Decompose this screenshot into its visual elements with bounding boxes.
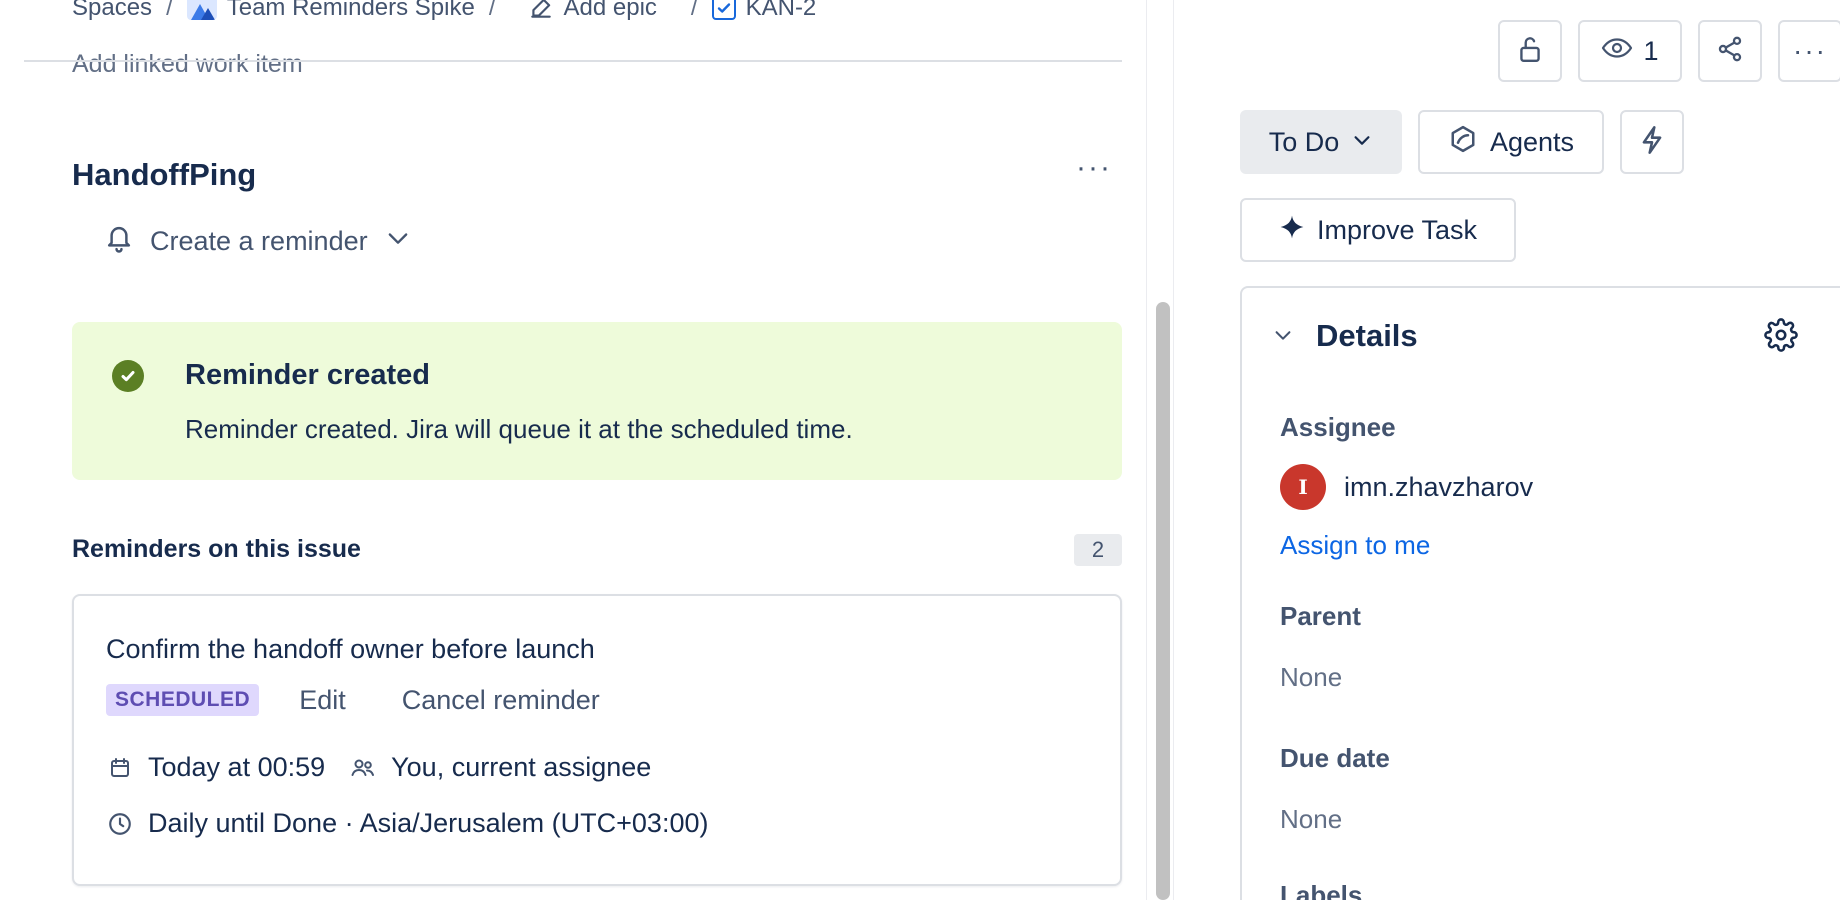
- pencil-icon: [528, 0, 554, 21]
- calendar-icon: [106, 754, 134, 782]
- reminders-heading: Reminders on this issue: [72, 535, 361, 563]
- labels-label: Labels: [1280, 880, 1363, 900]
- flag-title: Reminder created: [185, 359, 430, 391]
- unlock-icon: [1517, 34, 1543, 69]
- breadcrumb-separator: /: [166, 0, 173, 21]
- share-button[interactable]: [1698, 20, 1762, 82]
- eye-icon: [1601, 36, 1633, 67]
- status-dropdown[interactable]: To Do: [1240, 110, 1402, 174]
- share-icon: [1716, 35, 1744, 68]
- due-date-value[interactable]: None: [1280, 804, 1342, 835]
- improve-task-label: Improve Task: [1316, 214, 1478, 245]
- status-lozenge: SCHEDULED: [106, 684, 260, 716]
- due-date-label: Due date: [1280, 743, 1390, 773]
- agents-label: Agents: [1489, 126, 1575, 157]
- breadcrumb-separator: /: [488, 0, 496, 21]
- breadcrumb-add-epic[interactable]: Add epic: [528, 0, 657, 22]
- improve-task-button[interactable]: Improve Task: [1240, 198, 1516, 262]
- assignee-label: Assignee: [1280, 412, 1396, 442]
- reminder-card: Confirm the handoff owner before launch …: [72, 594, 1122, 886]
- cancel-reminder-button[interactable]: Cancel reminder: [402, 685, 600, 716]
- agents-button[interactable]: Agents: [1418, 110, 1604, 174]
- automation-button[interactable]: [1620, 110, 1684, 174]
- chevron-down-icon: [384, 224, 412, 259]
- more-actions-button[interactable]: ···: [1778, 20, 1840, 82]
- task-checkbox-icon: [711, 0, 736, 20]
- breadcrumb-epic-label: Add epic: [563, 0, 657, 21]
- assignee-name: imn.zhavzharov: [1344, 471, 1534, 502]
- avatar: I: [1280, 464, 1326, 510]
- add-linked-work-item[interactable]: Add linked work item: [72, 50, 303, 79]
- sparkle-icon: [1279, 214, 1305, 247]
- details-toggle[interactable]: Details: [1272, 318, 1418, 354]
- chevron-down-icon: [1272, 318, 1294, 354]
- breadcrumb-project[interactable]: Team Reminders Spike: [186, 0, 475, 22]
- reminder-title: Confirm the handoff owner before launch: [106, 634, 595, 664]
- breadcrumb: Spaces / Team Reminders Spike / Add epic…: [72, 0, 816, 24]
- reminder-recipients: You, current assignee: [391, 752, 652, 782]
- lightning-bolt-icon: [1638, 125, 1666, 160]
- status-label: To Do: [1268, 126, 1340, 157]
- header-divider: [24, 60, 1122, 62]
- app-title: HandoffPing: [72, 157, 257, 192]
- agent-hexagon-icon: [1448, 124, 1478, 161]
- edit-reminder-button[interactable]: Edit: [299, 685, 346, 716]
- issue-main-panel: Spaces / Team Reminders Spike / Add epic…: [0, 0, 1146, 900]
- breadcrumb-separator: /: [690, 0, 698, 21]
- reminder-recurrence-row: Daily until Done · Asia/Jerusalem (UTC+0…: [106, 808, 708, 839]
- flag-message: Reminder created. Jira will queue it at …: [185, 414, 853, 444]
- people-icon: [349, 754, 377, 782]
- restrict-access-button[interactable]: [1498, 20, 1562, 82]
- reminder-actions-row: SCHEDULED Edit Cancel reminder: [106, 684, 600, 716]
- watchers-count: 1: [1643, 35, 1659, 66]
- reminder-recurrence: Daily until Done · Asia/Jerusalem (UTC+0…: [148, 808, 709, 838]
- create-reminder-label: Create a reminder: [150, 226, 368, 256]
- success-flag: Reminder created Reminder created. Jira …: [72, 322, 1122, 480]
- watchers-button[interactable]: 1: [1578, 20, 1682, 82]
- details-heading: Details: [1316, 318, 1418, 353]
- breadcrumb-spaces[interactable]: Spaces: [72, 0, 152, 22]
- project-avatar-icon: [186, 0, 217, 20]
- reminders-count-badge: 2: [1074, 534, 1122, 566]
- reminder-schedule-row: Today at 00:59 You, current assignee: [106, 752, 651, 783]
- parent-value[interactable]: None: [1280, 662, 1342, 693]
- scrollbar-thumb[interactable]: [1156, 302, 1170, 900]
- app-more-button[interactable]: ···: [1076, 153, 1112, 183]
- more-icon: ···: [1793, 35, 1827, 66]
- assign-to-me-link[interactable]: Assign to me: [1280, 530, 1430, 561]
- parent-label: Parent: [1280, 601, 1361, 631]
- reminder-when: Today at 00:59: [148, 752, 326, 782]
- breadcrumb-spaces-label: Spaces: [72, 0, 153, 21]
- details-panel: Details Assignee I imn.zhavzharov Assign…: [1240, 286, 1840, 900]
- breadcrumb-project-label: Team Reminders Spike: [226, 0, 475, 21]
- chevron-down-icon: [1351, 127, 1373, 158]
- breadcrumb-issue-key[interactable]: KAN-2: [711, 0, 817, 22]
- bell-icon: [104, 222, 134, 261]
- clock-icon: [106, 810, 134, 838]
- gear-icon[interactable]: [1764, 318, 1798, 357]
- assignee-field[interactable]: I imn.zhavzharov: [1280, 464, 1533, 510]
- breadcrumb-issue-key-label: KAN-2: [745, 0, 817, 21]
- create-reminder-dropdown[interactable]: Create a reminder: [104, 222, 412, 261]
- check-circle-icon: [112, 360, 144, 392]
